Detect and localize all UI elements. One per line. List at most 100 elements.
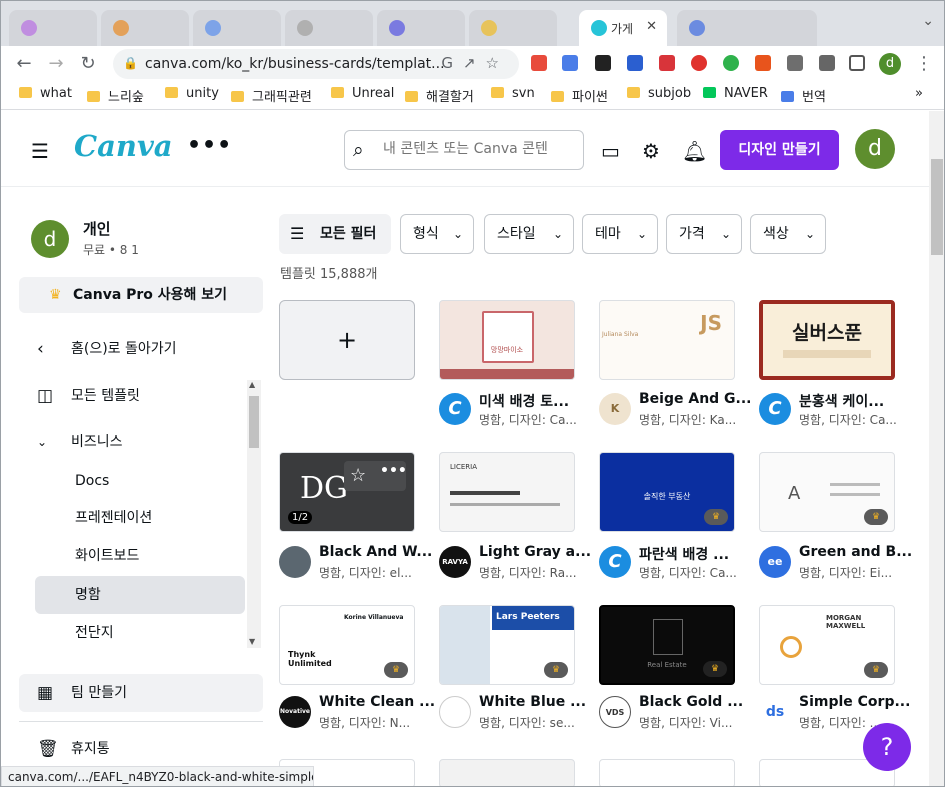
bookmark-item[interactable]: 느리숲 (87, 86, 144, 105)
page-scrollbar[interactable] (929, 111, 944, 786)
create-design-button[interactable]: 디자인 만들기 (720, 130, 839, 170)
bookmark-item[interactable]: 그래픽관련 (231, 86, 312, 105)
bookmark-item[interactable]: NAVER (703, 86, 768, 101)
more-bookmarks-icon[interactable]: » (915, 86, 923, 101)
bookmark-item[interactable]: unity (165, 86, 219, 101)
close-icon[interactable]: ✕ (646, 19, 657, 34)
media-icon[interactable] (819, 55, 835, 71)
filter-price[interactable]: 가격 ⌄ (666, 214, 742, 254)
back-home-link[interactable]: ‹ 홈(으)로 돌아가기 (19, 330, 245, 368)
menu-icon[interactable]: ⋮ (911, 51, 937, 77)
gear-icon[interactable]: ⚙ (642, 139, 660, 163)
template-thumbnail[interactable]: 솔직한 부동산 ♛ (599, 452, 735, 532)
scroll-up-icon[interactable]: ▲ (249, 380, 255, 389)
template-thumbnail[interactable]: Juliana Silva JS (599, 300, 735, 380)
star-icon[interactable]: ☆ (350, 465, 366, 486)
template-meta[interactable]: Novative White Clean ... 명함, 디자인: N... (279, 692, 439, 732)
extension-icon[interactable] (691, 55, 707, 71)
browser-tab[interactable] (469, 10, 557, 46)
template-meta[interactable]: VDS Black Gold ... 명함, 디자인: Vi... (599, 692, 759, 732)
browser-tab-active[interactable]: 가게 ✕ (579, 10, 667, 46)
search-input[interactable] (383, 141, 575, 157)
puzzle-icon[interactable] (787, 55, 803, 71)
more-options-icon[interactable]: ••• (187, 133, 232, 158)
browser-tab[interactable] (9, 10, 97, 46)
template-meta[interactable]: RAVYA Light Gray a... 명함, 디자인: Ra... (439, 542, 599, 582)
template-meta[interactable]: C 분홍색 케이... 명함, 디자인: Ca... (759, 389, 919, 429)
template-meta[interactable]: ee Green and B... 명함, 디자인: Ei... (759, 542, 919, 582)
template-thumbnail[interactable]: DG ☆ ••• 1/2 (279, 452, 415, 532)
sidebar-item-docs[interactable]: Docs (19, 462, 245, 500)
more-icon[interactable]: ••• (380, 463, 407, 479)
tab-search-icon[interactable]: ⌄ (922, 13, 934, 29)
account-name[interactable]: 개인 (83, 218, 111, 239)
extension-icon[interactable] (531, 55, 547, 71)
filter-style[interactable]: 스타일 ⌄ (484, 214, 574, 254)
sidebar-item-business-card[interactable]: 명함 (35, 576, 245, 614)
search-box[interactable]: ⌕ (344, 130, 584, 170)
extension-icon[interactable] (723, 55, 739, 71)
all-filters-button[interactable]: ☰ 모든 필터 (279, 214, 391, 254)
scroll-thumb[interactable] (249, 396, 259, 448)
back-icon[interactable]: ← (11, 51, 37, 77)
sidebar-item-flyer[interactable]: 전단지 (19, 614, 245, 652)
extension-icon[interactable] (595, 55, 611, 71)
desktop-app-icon[interactable]: ▭ (601, 139, 620, 163)
forward-icon[interactable]: → (43, 51, 69, 77)
translate-icon[interactable] (562, 55, 578, 71)
sidebar-item-whiteboard[interactable]: 화이트보드 (19, 537, 245, 575)
bookmark-item[interactable]: 파이썬 (551, 86, 608, 105)
extension-icon[interactable] (755, 55, 771, 71)
sidepanel-icon[interactable] (849, 55, 865, 71)
template-thumbnail[interactable]: LICERIA (439, 452, 575, 532)
template-meta[interactable]: C 파란색 배경 ... 명함, 디자인: Ca... (599, 542, 759, 582)
address-bar[interactable]: 🔒 canva.com/ko_kr/business-cards/templat… (113, 49, 519, 79)
template-thumbnail[interactable]: 망망마이소 (439, 300, 575, 380)
browser-tab[interactable] (101, 10, 189, 46)
bookmark-item[interactable]: subjob (627, 86, 691, 101)
bookmark-item[interactable]: svn (491, 86, 535, 101)
browser-tab[interactable] (285, 10, 373, 46)
user-avatar[interactable]: d (855, 129, 895, 169)
template-thumbnail[interactable] (439, 759, 575, 786)
template-thumbnail[interactable]: Real Estate ♛ (599, 605, 735, 685)
create-team-button[interactable]: ▦ 팀 만들기 (19, 674, 263, 712)
canva-logo[interactable]: Canva (74, 129, 173, 163)
profile-avatar[interactable]: d (879, 53, 901, 75)
extension-icon[interactable] (659, 55, 675, 71)
template-thumbnail[interactable]: MORGAN MAXWELL ♛ (759, 605, 895, 685)
sidebar-scrollbar[interactable]: ▲ ▼ (247, 380, 261, 648)
browser-tab[interactable] (193, 10, 281, 46)
reload-icon[interactable]: ↻ (75, 51, 101, 77)
filter-format[interactable]: 형식 ⌄ (400, 214, 474, 254)
bookmark-item[interactable]: Unreal (331, 86, 394, 101)
avatar[interactable]: d (31, 220, 69, 258)
help-button[interactable]: ? (863, 723, 911, 771)
sidebar-item-all-templates[interactable]: ◫ 모든 템플릿 (19, 377, 245, 415)
template-meta[interactable]: C 미색 배경 토... 명함, 디자인: Ca... (439, 389, 599, 429)
scroll-down-icon[interactable]: ▼ (249, 637, 255, 646)
create-blank-button[interactable]: + (279, 300, 415, 380)
sidebar-item-business[interactable]: ⌄ 비즈니스 (19, 423, 245, 461)
template-thumbnail[interactable] (599, 759, 735, 786)
sidebar-item-trash[interactable]: 🗑︎ 휴지통 (19, 730, 245, 768)
template-meta[interactable]: K Beige And G... 명함, 디자인: Ka... (599, 389, 759, 429)
canva-pro-button[interactable]: ♛ Canva Pro 사용해 보기 (19, 277, 263, 313)
browser-tab[interactable] (377, 10, 465, 46)
filter-theme[interactable]: 테마 ⌄ (582, 214, 658, 254)
bookmark-item[interactable]: 번역 (781, 86, 826, 105)
bookmark-item[interactable]: what (19, 86, 72, 101)
browser-tab[interactable] (677, 10, 817, 46)
bookmark-item[interactable]: 해결할거 (405, 86, 474, 105)
template-meta[interactable]: White Blue ... 명함, 디자인: se... (439, 692, 599, 732)
template-thumbnail[interactable]: Lars Peeters ♛ (439, 605, 575, 685)
hamburger-menu-icon[interactable]: ☰ (31, 139, 49, 163)
omnibox-action-icons[interactable]: G↗☆ (441, 54, 509, 72)
bell-icon[interactable]: 🔔︎ (682, 139, 707, 163)
filter-color[interactable]: 색상 ⌄ (750, 214, 826, 254)
scroll-thumb[interactable] (931, 159, 943, 255)
sidebar-item-presentation[interactable]: 프레젠테이션 (19, 499, 245, 537)
template-thumbnail[interactable]: Thynk Unlimited Korine Villanueva ♛ (279, 605, 415, 685)
template-meta[interactable]: Black And W... 명함, 디자인: el... (279, 542, 439, 582)
template-thumbnail[interactable]: 실버스푼 (759, 300, 895, 380)
